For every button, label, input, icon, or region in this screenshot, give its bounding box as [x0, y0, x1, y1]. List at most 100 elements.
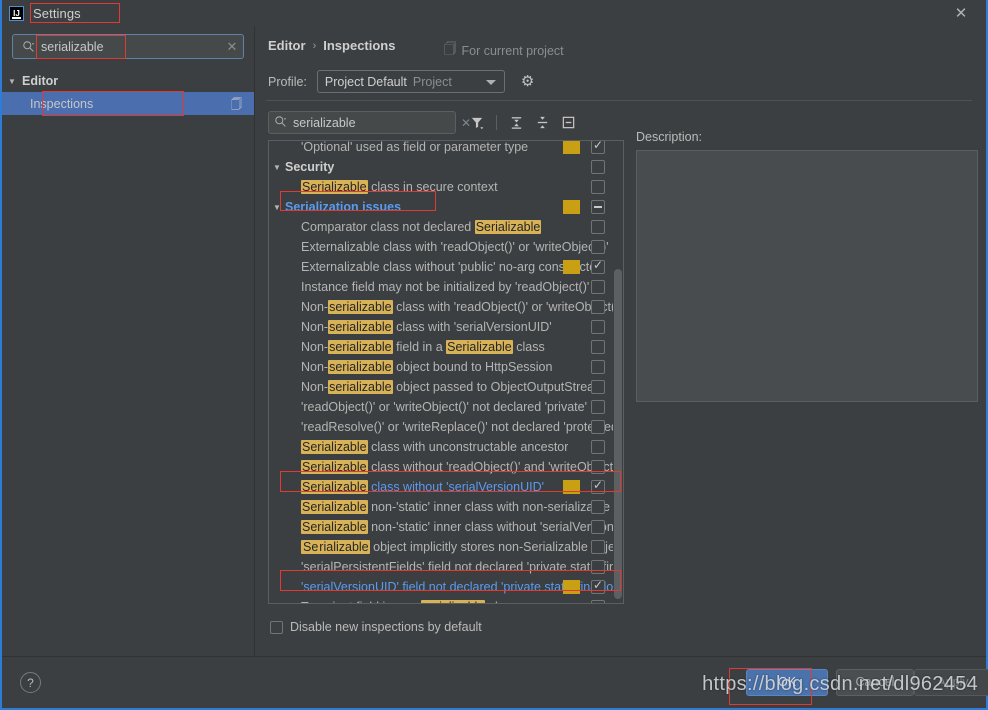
inspection-row[interactable]: Non-serializable class with 'serialVersi…	[269, 317, 623, 337]
severity-swatch[interactable]	[563, 480, 580, 494]
inspection-checkbox[interactable]	[591, 440, 605, 454]
inspection-row[interactable]: 'serialPersistentFields' field not decla…	[269, 557, 623, 577]
inspection-row[interactable]: Non-serializable object bound to HttpSes…	[269, 357, 623, 377]
inspection-row[interactable]: Serializable class without 'serialVersio…	[269, 477, 623, 497]
scrollbar-thumb[interactable]	[614, 269, 622, 599]
profile-dropdown[interactable]: Project Default Project	[316, 70, 505, 93]
inspection-row[interactable]: 'Optional' used as field or parameter ty…	[269, 141, 623, 157]
help-button[interactable]: ?	[20, 672, 41, 693]
severity-swatch[interactable]	[563, 580, 580, 594]
sidebar-item-editor[interactable]: ▼ Editor	[2, 70, 254, 92]
inspection-checkbox[interactable]	[591, 141, 605, 154]
inspection-label: Serialization issues	[285, 200, 402, 214]
intellij-idea-logo-icon: IJ	[9, 5, 24, 21]
inspection-row[interactable]: Serializable class in secure context	[269, 177, 623, 197]
inspection-row[interactable]: Serializable class with unconstructable …	[269, 437, 623, 457]
inspection-row[interactable]: Serializable non-'static' inner class wi…	[269, 497, 623, 517]
inspection-checkbox[interactable]	[591, 500, 605, 514]
inspection-label: Transient field in non-serializable clas…	[285, 600, 517, 603]
inspection-checkbox[interactable]	[591, 560, 605, 574]
inspection-row[interactable]: 'serialVersionUID' field not declared 'p…	[269, 577, 623, 597]
disable-new-inspections-checkbox[interactable]: Disable new inspections by default	[270, 620, 482, 634]
inspection-label: Non-serializable class with 'readObject(…	[301, 300, 622, 314]
inspection-label: Externalizable class without 'public' no…	[301, 260, 601, 274]
inspections-panel: Editor › Inspections 🗍 For current proje…	[256, 26, 986, 656]
inspection-row[interactable]: Non-serializable field in a Serializable…	[269, 337, 623, 357]
disable-new-inspections-label: Disable new inspections by default	[290, 620, 482, 634]
ok-button[interactable]: OK	[746, 669, 828, 696]
chevron-down-icon: ▼	[273, 162, 281, 172]
profile-label: Profile:	[268, 74, 307, 89]
inspection-checkbox[interactable]	[591, 520, 605, 534]
inspection-checkbox[interactable]	[591, 478, 605, 494]
search-icon	[269, 115, 291, 131]
inspection-label: Serializable non-'static' inner class wi…	[301, 520, 623, 534]
severity-swatch[interactable]	[563, 200, 580, 214]
inspection-group-row[interactable]: ▼ Security	[269, 157, 623, 177]
filter-icon[interactable]	[466, 112, 488, 134]
inspection-checkbox[interactable]	[591, 540, 605, 554]
inspection-search-input[interactable]	[291, 114, 456, 131]
copy-icon[interactable]: 🗍	[231, 96, 242, 115]
inspection-row[interactable]: Externalizable class with 'readObject()'…	[269, 237, 623, 257]
inspection-row[interactable]: Serializable class without 'readObject()…	[269, 457, 623, 477]
inspection-row[interactable]: Externalizable class without 'public' no…	[269, 257, 623, 277]
inspection-checkbox[interactable]	[591, 280, 605, 294]
inspection-list-scrollbar[interactable]	[613, 141, 623, 603]
severity-swatch[interactable]	[563, 141, 580, 154]
inspection-tree[interactable]: 'Optional' used as field or parameter ty…	[268, 140, 624, 604]
inspection-checkbox[interactable]	[591, 300, 605, 314]
search-icon	[17, 40, 39, 53]
severity-swatch[interactable]	[563, 260, 580, 274]
description-label: Description:	[636, 130, 702, 144]
close-icon[interactable]: ✕	[950, 4, 972, 24]
inspection-checkbox[interactable]	[591, 420, 605, 434]
inspection-row[interactable]: Serializable object implicitly stores no…	[269, 537, 623, 557]
inspection-label: Serializable class without 'readObject()…	[301, 460, 623, 474]
inspection-search-box[interactable]: ✕	[268, 111, 471, 134]
inspection-checkbox[interactable]	[591, 400, 605, 414]
inspection-group-row[interactable]: ▼ Serialization issues	[269, 197, 623, 217]
gear-icon[interactable]: ⚙	[521, 74, 534, 89]
apply-button[interactable]: Apply	[914, 669, 988, 696]
inspection-row[interactable]: 'readObject()' or 'writeObject()' not de…	[269, 397, 623, 417]
inspection-row[interactable]: Non-serializable object passed to Object…	[269, 377, 623, 397]
chevron-down-icon	[485, 80, 496, 85]
inspection-checkbox[interactable]	[591, 340, 605, 354]
sidebar-search-box[interactable]: ✕	[12, 34, 244, 59]
inspection-label: Non-serializable field in a Serializable…	[301, 340, 545, 354]
inspection-row[interactable]: 'readResolve()' or 'writeReplace()' not …	[269, 417, 623, 437]
chevron-down-icon: ▼	[273, 202, 281, 212]
inspection-checkbox[interactable]	[591, 220, 605, 234]
collapse-all-icon[interactable]	[531, 112, 553, 134]
inspection-checkbox[interactable]	[591, 160, 605, 174]
inspection-checkbox[interactable]	[591, 578, 605, 594]
inspection-checkbox[interactable]	[591, 258, 605, 274]
clear-icon[interactable]: ✕	[221, 39, 243, 55]
inspection-checkbox[interactable]	[591, 380, 605, 394]
inspection-label: Serializable object implicitly stores no…	[301, 540, 623, 554]
collapse-box-icon[interactable]	[557, 112, 579, 134]
inspection-checkbox[interactable]	[591, 320, 605, 334]
inspection-row[interactable]: Non-serializable class with 'readObject(…	[269, 297, 623, 317]
inspection-checkbox[interactable]	[591, 360, 605, 374]
inspection-checkbox[interactable]	[591, 180, 605, 194]
breadcrumb-root[interactable]: Editor	[268, 38, 306, 53]
inspection-row[interactable]: Serializable non-'static' inner class wi…	[269, 517, 623, 537]
inspection-checkbox[interactable]	[591, 600, 605, 603]
inspection-checkbox[interactable]	[591, 240, 605, 254]
sidebar-item-inspections[interactable]: Inspections 🗍	[2, 92, 254, 115]
inspection-row[interactable]: Transient field in non-serializable clas…	[269, 597, 623, 603]
settings-dialog: IJ Settings ✕ ✕ ▼ Editor Inspections 🗍 E…	[0, 0, 988, 710]
sidebar-search-input[interactable]	[39, 39, 221, 54]
inspection-checkbox[interactable]	[591, 460, 605, 474]
expand-all-icon[interactable]	[505, 112, 527, 134]
sidebar-item-label: Editor	[22, 74, 59, 88]
cancel-button[interactable]: Cancel	[836, 669, 914, 696]
inspection-row[interactable]: Instance field may not be initialized by…	[269, 277, 623, 297]
inspection-row[interactable]: Comparator class not declared Serializab…	[269, 217, 623, 237]
inspection-label: 'readObject()' or 'writeObject()' not de…	[301, 400, 587, 414]
inspection-checkbox[interactable]	[591, 200, 605, 214]
breadcrumb-leaf: Inspections	[323, 38, 396, 53]
title-bar: IJ Settings ✕	[2, 0, 986, 26]
